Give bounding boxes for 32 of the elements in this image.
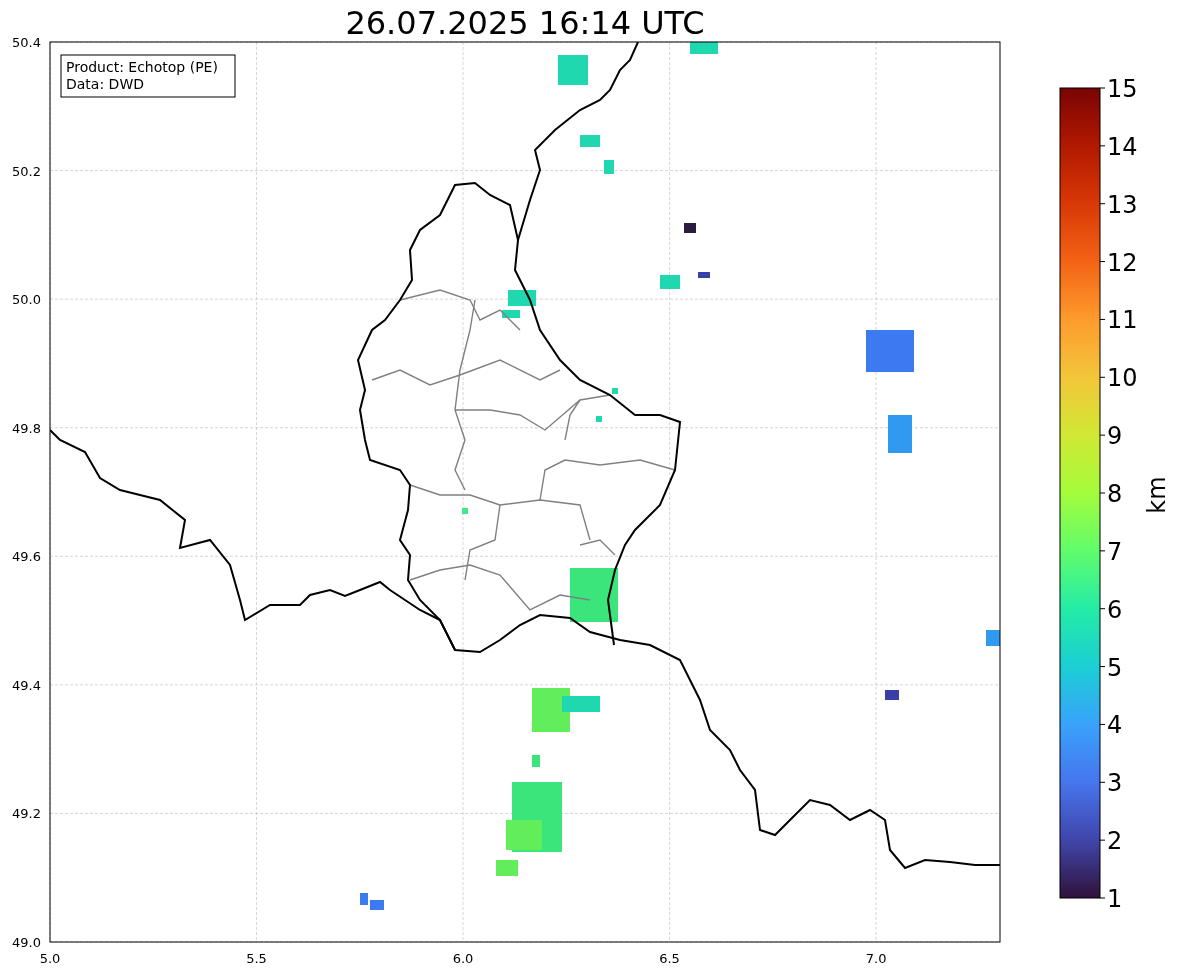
x-tick-label: 6.0 bbox=[452, 951, 474, 966]
y-tick-label: 49.2 bbox=[12, 806, 41, 822]
chart-title: 26.07.2025 16:14 UTC bbox=[345, 4, 705, 42]
legend-text: Product: Echotop (PE) bbox=[66, 59, 218, 75]
colorbar-tick-label: 6 bbox=[1107, 595, 1123, 624]
colorbar-tick-label: 14 bbox=[1107, 132, 1138, 161]
y-tick-label: 49.8 bbox=[12, 420, 41, 436]
x-tick-label: 5.0 bbox=[39, 951, 61, 966]
colorbar-tick-label: 10 bbox=[1107, 364, 1138, 393]
colorbar-tick-label: 15 bbox=[1107, 75, 1138, 103]
colorbar-tick-label: 8 bbox=[1107, 480, 1123, 508]
colorbar-tick-label: 13 bbox=[1107, 190, 1138, 219]
colorbar-tick-label: 7 bbox=[1107, 537, 1123, 566]
x-tick-label: 7.0 bbox=[865, 951, 887, 966]
x-tick-label: 6.5 bbox=[659, 951, 680, 966]
colorbar-tick-label: 9 bbox=[1107, 422, 1123, 451]
colorbar-tick-label: 5 bbox=[1107, 653, 1123, 682]
colorbar-tick-label: 11 bbox=[1107, 306, 1138, 335]
y-tick-label: 49.6 bbox=[12, 549, 41, 565]
colorbar-tick-label: 1 bbox=[1107, 885, 1123, 913]
colorbar-tick-label: 4 bbox=[1107, 711, 1123, 740]
y-tick-label: 49.4 bbox=[12, 677, 41, 693]
colorbar-tick-label: 12 bbox=[1107, 248, 1138, 277]
colorbar-tick-label: 3 bbox=[1107, 769, 1123, 798]
y-tick-label: 50.4 bbox=[12, 35, 41, 50]
y-tick-label: 50.2 bbox=[12, 163, 41, 179]
y-tick-label: 50.0 bbox=[12, 292, 41, 308]
x-tick-label: 5.5 bbox=[246, 951, 267, 966]
legend-text: Data: DWD bbox=[66, 76, 144, 92]
colorbar-label: km bbox=[1143, 476, 1171, 514]
colorbar-tick-label: 2 bbox=[1107, 827, 1123, 856]
y-tick-label: 49.0 bbox=[12, 935, 41, 950]
